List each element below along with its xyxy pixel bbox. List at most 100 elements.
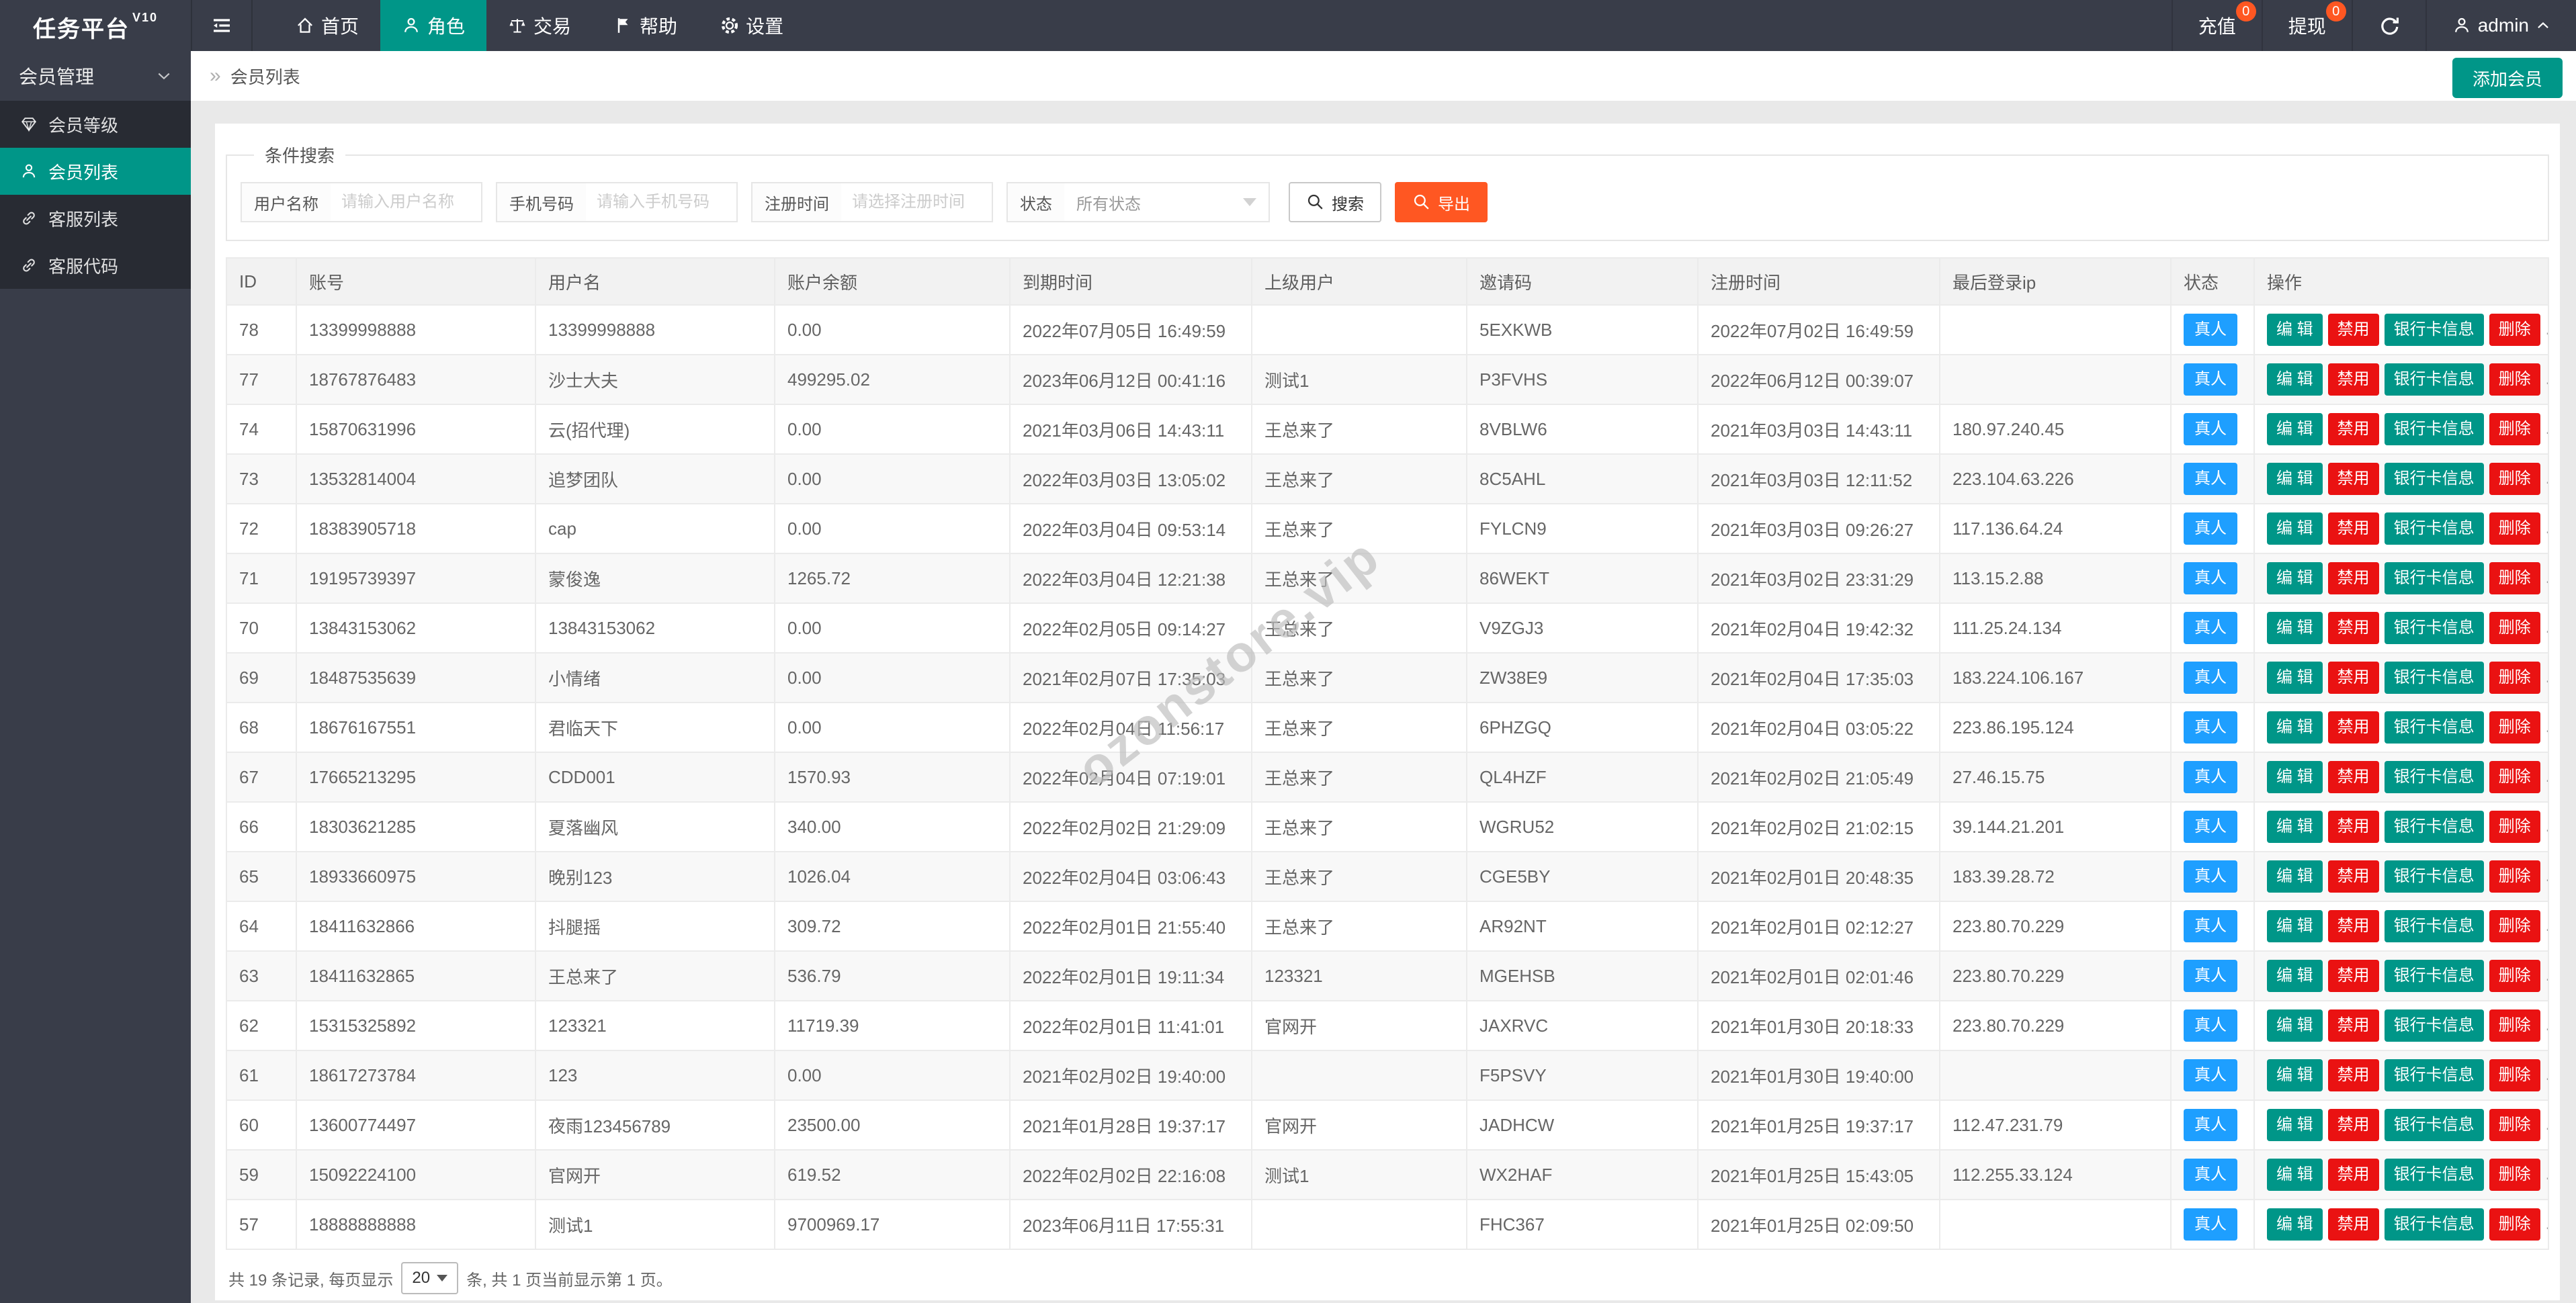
status-badge[interactable]: 真人 xyxy=(2184,1159,2237,1191)
username-input[interactable] xyxy=(331,183,481,221)
sidebar-item-service-code[interactable]: 客服代码 xyxy=(0,242,191,289)
more-actions[interactable]: ... xyxy=(2546,469,2548,488)
disable-button[interactable]: 禁用 xyxy=(2328,910,2379,942)
disable-button[interactable]: 禁用 xyxy=(2328,1109,2379,1141)
withdraw-button[interactable]: 提现 0 xyxy=(2262,0,2352,51)
edit-button[interactable]: 编 辑 xyxy=(2267,612,2323,644)
more-actions[interactable]: ... xyxy=(2546,917,2548,935)
edit-button[interactable]: 编 辑 xyxy=(2267,662,2323,694)
edit-button[interactable]: 编 辑 xyxy=(2267,1059,2323,1091)
delete-button[interactable]: 删除 xyxy=(2489,1109,2540,1141)
disable-button[interactable]: 禁用 xyxy=(2328,1208,2379,1241)
status-badge[interactable]: 真人 xyxy=(2184,512,2237,545)
status-badge[interactable]: 真人 xyxy=(2184,1059,2237,1091)
edit-button[interactable]: 编 辑 xyxy=(2267,1009,2323,1042)
recharge-button[interactable]: 充值 0 xyxy=(2172,0,2262,51)
bankcard-info-button[interactable]: 银行卡信息 xyxy=(2385,512,2484,545)
nav-tab-role[interactable]: 角色 xyxy=(380,0,486,51)
more-actions[interactable]: ... xyxy=(2546,1116,2548,1134)
nav-tab-home[interactable]: 首页 xyxy=(274,0,380,51)
bankcard-info-button[interactable]: 银行卡信息 xyxy=(2385,463,2484,495)
status-select[interactable]: 状态 所有状态 xyxy=(1006,182,1270,222)
status-badge[interactable]: 真人 xyxy=(2184,960,2237,992)
disable-button[interactable]: 禁用 xyxy=(2328,562,2379,594)
disable-button[interactable]: 禁用 xyxy=(2328,761,2379,793)
disable-button[interactable]: 禁用 xyxy=(2328,512,2379,545)
more-actions[interactable]: ... xyxy=(2546,569,2548,587)
status-badge[interactable]: 真人 xyxy=(2184,413,2237,445)
edit-button[interactable]: 编 辑 xyxy=(2267,413,2323,445)
delete-button[interactable]: 删除 xyxy=(2489,711,2540,744)
delete-button[interactable]: 删除 xyxy=(2489,1059,2540,1091)
more-actions[interactable]: ... xyxy=(2546,370,2548,388)
edit-button[interactable]: 编 辑 xyxy=(2267,960,2323,992)
edit-button[interactable]: 编 辑 xyxy=(2267,1208,2323,1241)
phone-input[interactable] xyxy=(586,183,736,221)
more-actions[interactable]: ... xyxy=(2546,420,2548,438)
more-actions[interactable]: ... xyxy=(2546,519,2548,537)
status-badge[interactable]: 真人 xyxy=(2184,1009,2237,1042)
more-actions[interactable]: ... xyxy=(2546,718,2548,736)
status-badge[interactable]: 真人 xyxy=(2184,860,2237,893)
edit-button[interactable]: 编 辑 xyxy=(2267,811,2323,843)
delete-button[interactable]: 删除 xyxy=(2489,612,2540,644)
more-actions[interactable]: ... xyxy=(2546,867,2548,885)
more-actions[interactable]: ... xyxy=(2546,967,2548,985)
status-badge[interactable]: 真人 xyxy=(2184,910,2237,942)
nav-tab-help[interactable]: 帮助 xyxy=(593,0,699,51)
bankcard-info-button[interactable]: 银行卡信息 xyxy=(2385,1208,2484,1241)
disable-button[interactable]: 禁用 xyxy=(2328,413,2379,445)
bankcard-info-button[interactable]: 银行卡信息 xyxy=(2385,960,2484,992)
more-actions[interactable]: ... xyxy=(2546,1016,2548,1034)
page-size-select[interactable]: 20 xyxy=(401,1262,458,1294)
delete-button[interactable]: 删除 xyxy=(2489,314,2540,346)
disable-button[interactable]: 禁用 xyxy=(2328,463,2379,495)
delete-button[interactable]: 删除 xyxy=(2489,761,2540,793)
bankcard-info-button[interactable]: 银行卡信息 xyxy=(2385,562,2484,594)
bankcard-info-button[interactable]: 银行卡信息 xyxy=(2385,860,2484,893)
edit-button[interactable]: 编 辑 xyxy=(2267,363,2323,396)
more-actions[interactable]: ... xyxy=(2546,768,2548,786)
status-badge[interactable]: 真人 xyxy=(2184,562,2237,594)
bankcard-info-button[interactable]: 银行卡信息 xyxy=(2385,413,2484,445)
disable-button[interactable]: 禁用 xyxy=(2328,711,2379,744)
delete-button[interactable]: 删除 xyxy=(2489,1208,2540,1241)
status-badge[interactable]: 真人 xyxy=(2184,314,2237,346)
status-badge[interactable]: 真人 xyxy=(2184,761,2237,793)
status-badge[interactable]: 真人 xyxy=(2184,363,2237,396)
user-menu[interactable]: admin xyxy=(2425,0,2576,51)
sidebar-group-member-management[interactable]: 会员管理 xyxy=(0,51,191,101)
disable-button[interactable]: 禁用 xyxy=(2328,811,2379,843)
nav-tab-trade[interactable]: 交易 xyxy=(486,0,593,51)
status-badge[interactable]: 真人 xyxy=(2184,1109,2237,1141)
search-button[interactable]: 搜索 xyxy=(1289,182,1381,222)
more-actions[interactable]: ... xyxy=(2546,1215,2548,1233)
disable-button[interactable]: 禁用 xyxy=(2328,612,2379,644)
nav-tab-settings[interactable]: 设置 xyxy=(699,0,805,51)
refresh-button[interactable] xyxy=(2352,0,2425,51)
edit-button[interactable]: 编 辑 xyxy=(2267,711,2323,744)
bankcard-info-button[interactable]: 银行卡信息 xyxy=(2385,1009,2484,1042)
edit-button[interactable]: 编 辑 xyxy=(2267,1109,2323,1141)
more-actions[interactable]: ... xyxy=(2546,817,2548,836)
register-time-input[interactable] xyxy=(841,183,992,221)
bankcard-info-button[interactable]: 银行卡信息 xyxy=(2385,1059,2484,1091)
more-actions[interactable]: ... xyxy=(2546,619,2548,637)
delete-button[interactable]: 删除 xyxy=(2489,910,2540,942)
edit-button[interactable]: 编 辑 xyxy=(2267,761,2323,793)
disable-button[interactable]: 禁用 xyxy=(2328,960,2379,992)
edit-button[interactable]: 编 辑 xyxy=(2267,910,2323,942)
sidebar-item-service-list[interactable]: 客服列表 xyxy=(0,195,191,242)
delete-button[interactable]: 删除 xyxy=(2489,463,2540,495)
add-member-button[interactable]: 添加会员 xyxy=(2452,58,2563,98)
sidebar-item-member-list[interactable]: 会员列表 xyxy=(0,148,191,195)
bankcard-info-button[interactable]: 银行卡信息 xyxy=(2385,711,2484,744)
disable-button[interactable]: 禁用 xyxy=(2328,1159,2379,1191)
bankcard-info-button[interactable]: 银行卡信息 xyxy=(2385,363,2484,396)
disable-button[interactable]: 禁用 xyxy=(2328,662,2379,694)
status-badge[interactable]: 真人 xyxy=(2184,463,2237,495)
export-button[interactable]: 导出 xyxy=(1395,182,1488,222)
bankcard-info-button[interactable]: 银行卡信息 xyxy=(2385,910,2484,942)
sidebar-item-member-level[interactable]: 会员等级 xyxy=(0,101,191,148)
bankcard-info-button[interactable]: 银行卡信息 xyxy=(2385,612,2484,644)
